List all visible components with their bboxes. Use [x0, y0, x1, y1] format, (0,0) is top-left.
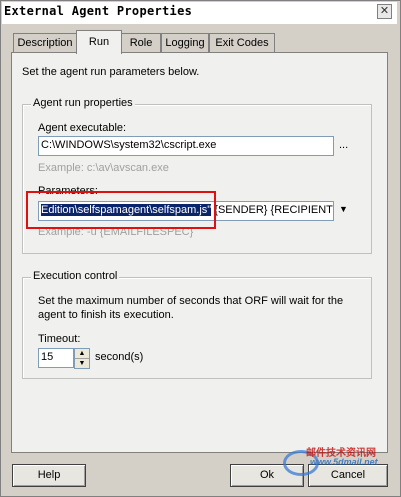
executable-label: Agent executable:: [38, 122, 127, 134]
execution-control-title: Execution control: [31, 270, 120, 282]
run-properties-title: Agent run properties: [31, 97, 135, 109]
executable-input[interactable]: C:\WINDOWS\system32\cscript.exe: [38, 136, 334, 156]
watermark-logo: 邮件技术资讯网 www.5dmail.net: [280, 442, 400, 494]
browse-button[interactable]: ...: [339, 139, 348, 151]
timeout-input[interactable]: 15: [38, 348, 74, 368]
spin-down-icon[interactable]: ▼: [75, 359, 89, 368]
window-title: External Agent Properties: [4, 4, 193, 18]
parameters-dropdown-arrow-icon[interactable]: ▼: [339, 204, 348, 214]
executable-example: Example: c:\av\avscan.exe: [38, 162, 169, 174]
close-icon: ✕: [379, 5, 390, 17]
tab-role[interactable]: Role: [121, 33, 161, 53]
timeout-unit: second(s): [95, 351, 144, 363]
watermark-url: www.5dmail.net: [310, 457, 378, 467]
tab-exit-codes[interactable]: Exit Codes: [209, 33, 275, 53]
help-button[interactable]: Help: [12, 464, 86, 487]
timeout-spinner[interactable]: ▲ ▼: [74, 348, 90, 369]
highlight-box: [26, 191, 216, 229]
execution-description: Set the maximum number of seconds that O…: [38, 295, 344, 321]
spin-up-icon[interactable]: ▲: [75, 349, 89, 359]
parameters-rest-text: {SENDER} {RECIPIENTS}: [211, 204, 334, 216]
timeout-label: Timeout:: [38, 333, 81, 345]
tab-description[interactable]: Description: [13, 33, 77, 53]
tab-run[interactable]: Run: [76, 30, 122, 54]
close-button[interactable]: ✕: [377, 4, 392, 19]
intro-text: Set the agent run parameters below.: [22, 66, 200, 78]
tab-logging[interactable]: Logging: [161, 33, 209, 53]
